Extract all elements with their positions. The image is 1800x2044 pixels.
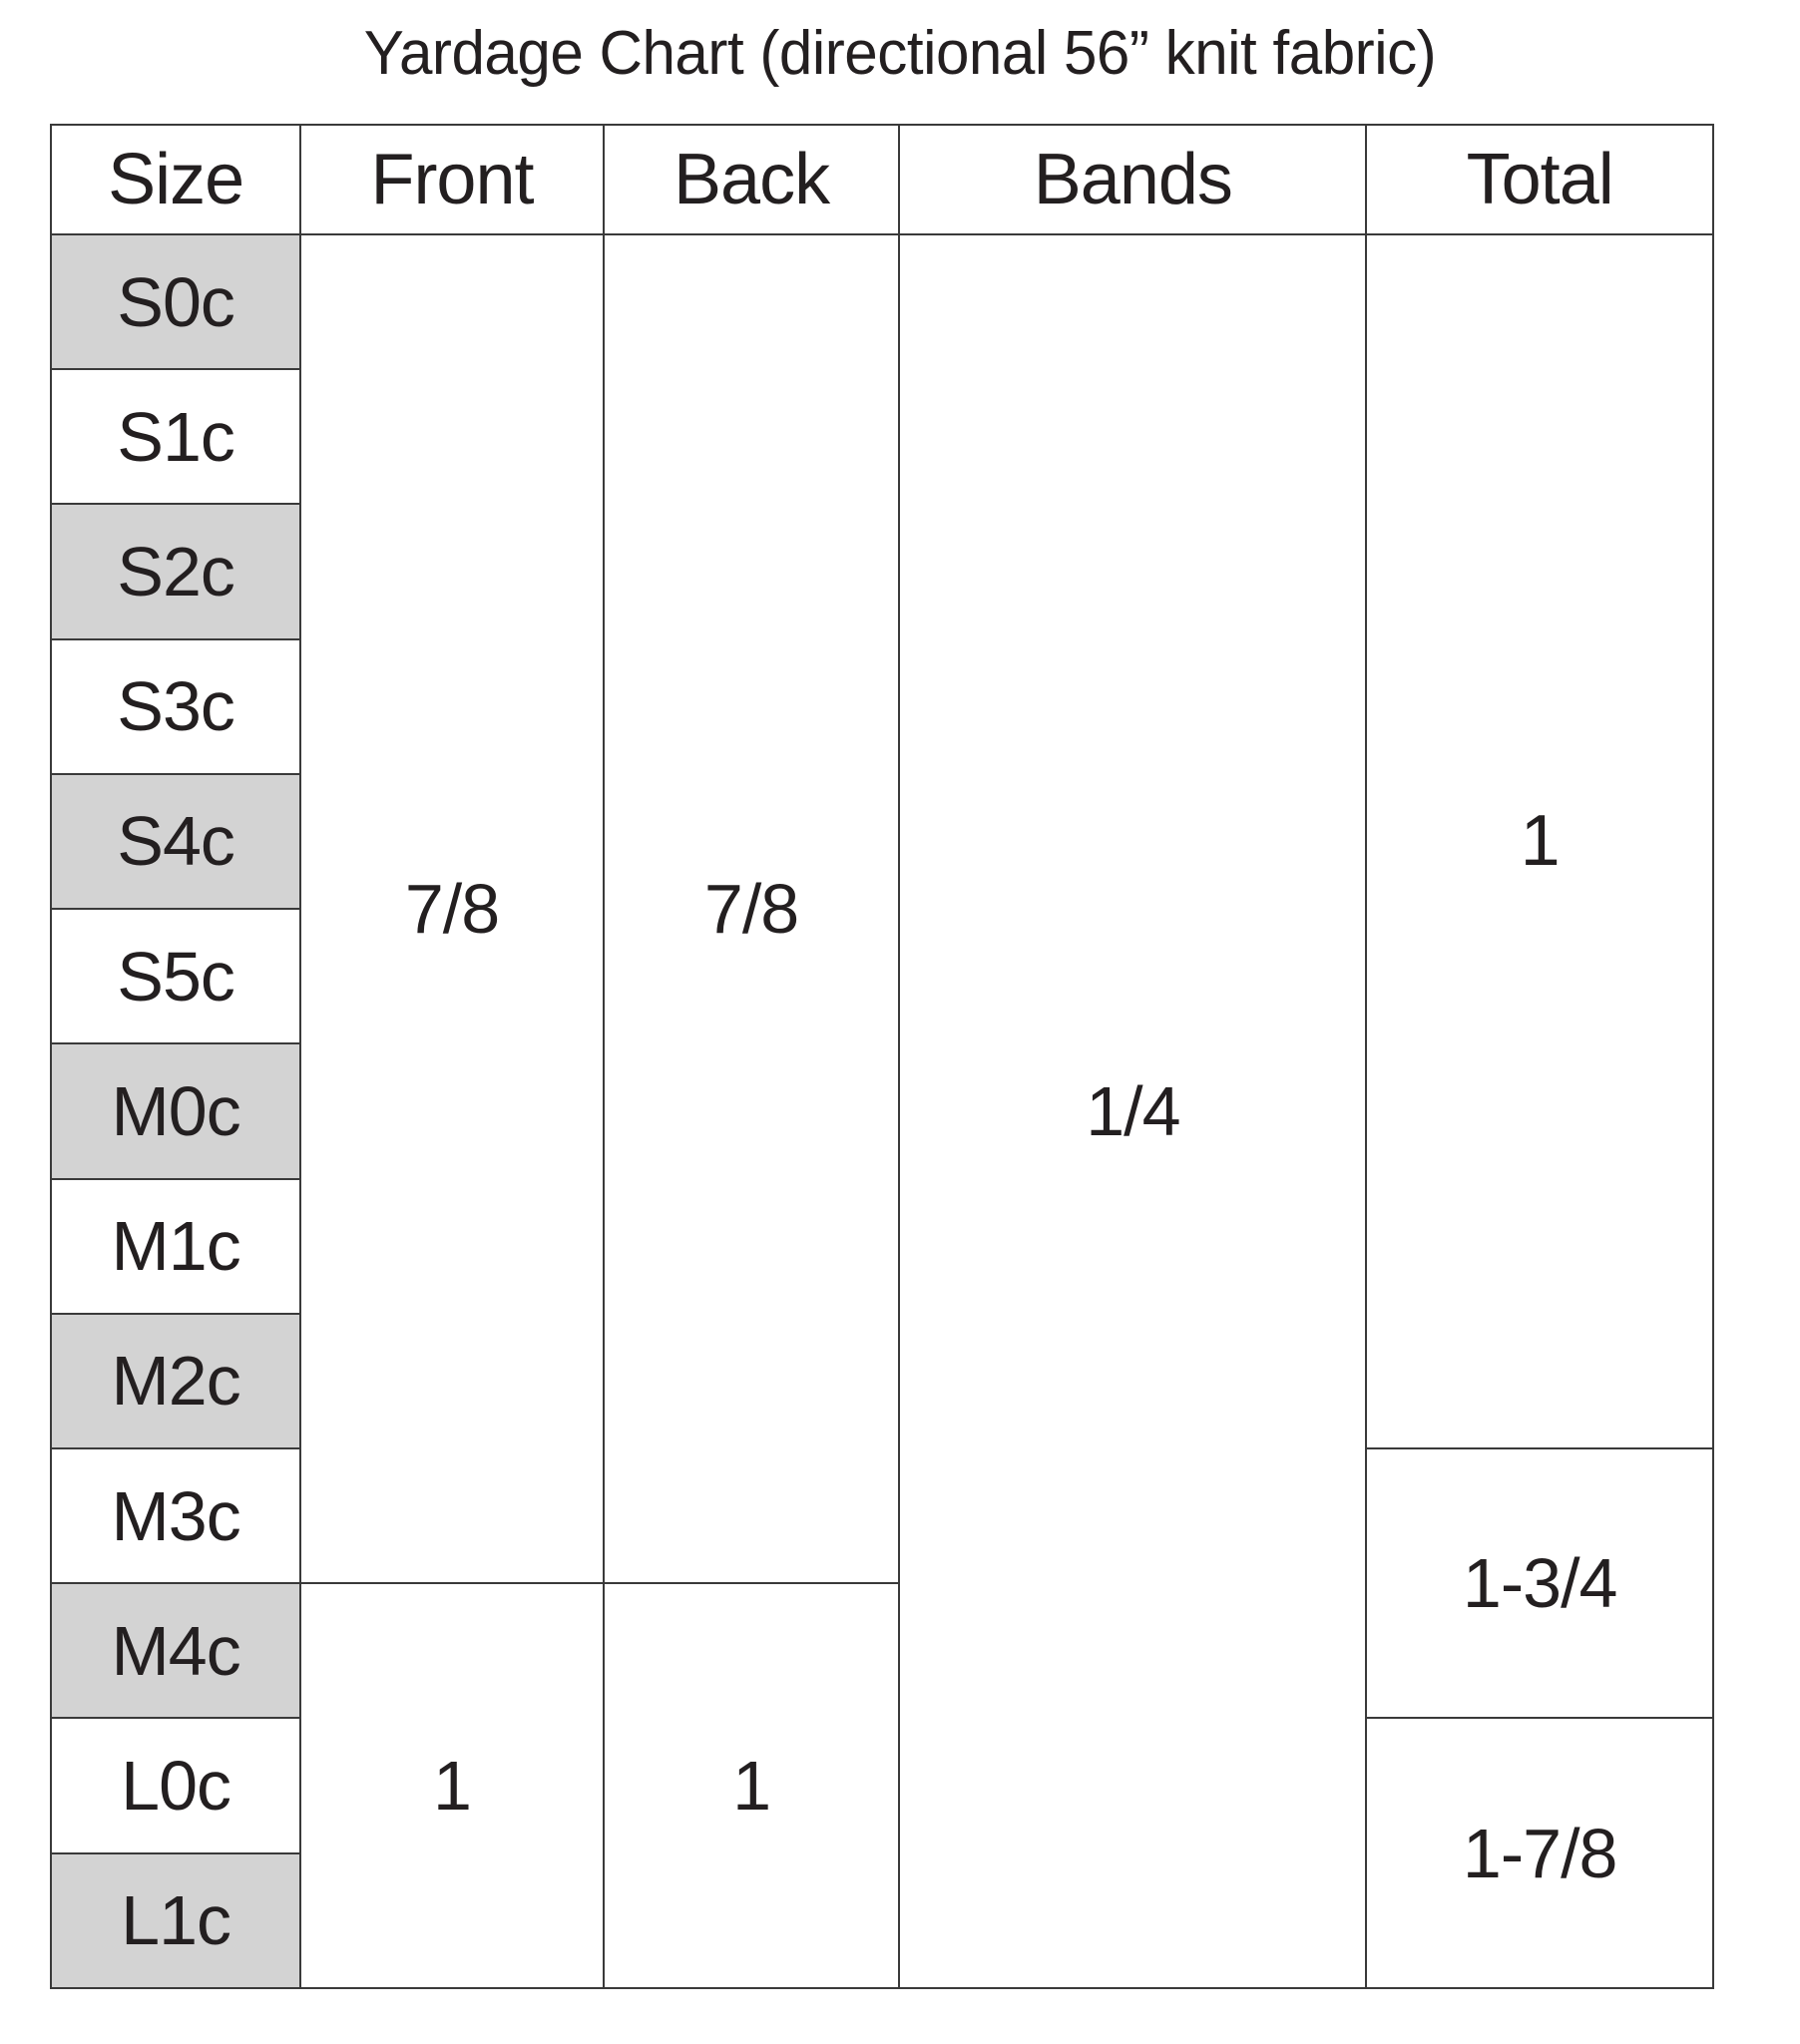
- column-header-back: Back: [602, 124, 901, 235]
- total-value-middle: 1-3/4: [1365, 1446, 1714, 1720]
- table-body: S0c 7/8 7/8 1/4 1 S1c S2c S3c S4c S5c M0…: [49, 232, 1714, 1990]
- bands-value: 1/4: [898, 233, 1368, 1989]
- yardage-table-container: Size Front Back Bands Total S0c 7/8 7/8 …: [49, 124, 1714, 1990]
- yardage-table: Size Front Back Bands Total S0c 7/8 7/8 …: [49, 124, 1714, 1990]
- column-header-total: Total: [1365, 124, 1714, 235]
- column-header-size: Size: [49, 124, 302, 235]
- size-label-s0c: S0c: [49, 232, 302, 371]
- size-label-m2c: M2c: [49, 1312, 302, 1449]
- size-label-s2c: S2c: [49, 503, 302, 640]
- size-label-s3c: S3c: [49, 637, 302, 775]
- front-value-upper: 7/8: [299, 232, 605, 1585]
- size-label-l1c: L1c: [49, 1851, 302, 1990]
- table-row: S0c 7/8 7/8 1/4 1: [49, 232, 1714, 1989]
- size-label-l0c: L0c: [49, 1717, 302, 1854]
- size-label-s1c: S1c: [49, 368, 302, 506]
- total-value-lower: 1-7/8: [1365, 1717, 1714, 1989]
- size-label-m3c: M3c: [49, 1446, 302, 1585]
- column-header-front: Front: [299, 124, 605, 235]
- size-label-s5c: S5c: [49, 908, 302, 1045]
- back-value-upper: 7/8: [602, 232, 901, 1585]
- header-row: Size Front Back Bands Total: [49, 124, 1714, 235]
- size-label-s4c: S4c: [49, 772, 302, 911]
- column-header-bands: Bands: [898, 124, 1368, 235]
- page-title: Yardage Chart (directional 56” knit fabr…: [363, 19, 1437, 88]
- back-value-lower: 1: [602, 1582, 901, 1989]
- table-header: Size Front Back Bands Total: [49, 124, 1714, 235]
- size-label-m0c: M0c: [49, 1042, 302, 1180]
- size-label-m4c: M4c: [49, 1582, 302, 1720]
- front-value-lower: 1: [299, 1582, 605, 1989]
- yardage-chart-page: Yardage Chart (directional 56” knit fabr…: [0, 0, 1800, 2044]
- total-value-upper: 1: [1365, 233, 1714, 1449]
- size-label-m1c: M1c: [49, 1177, 302, 1315]
